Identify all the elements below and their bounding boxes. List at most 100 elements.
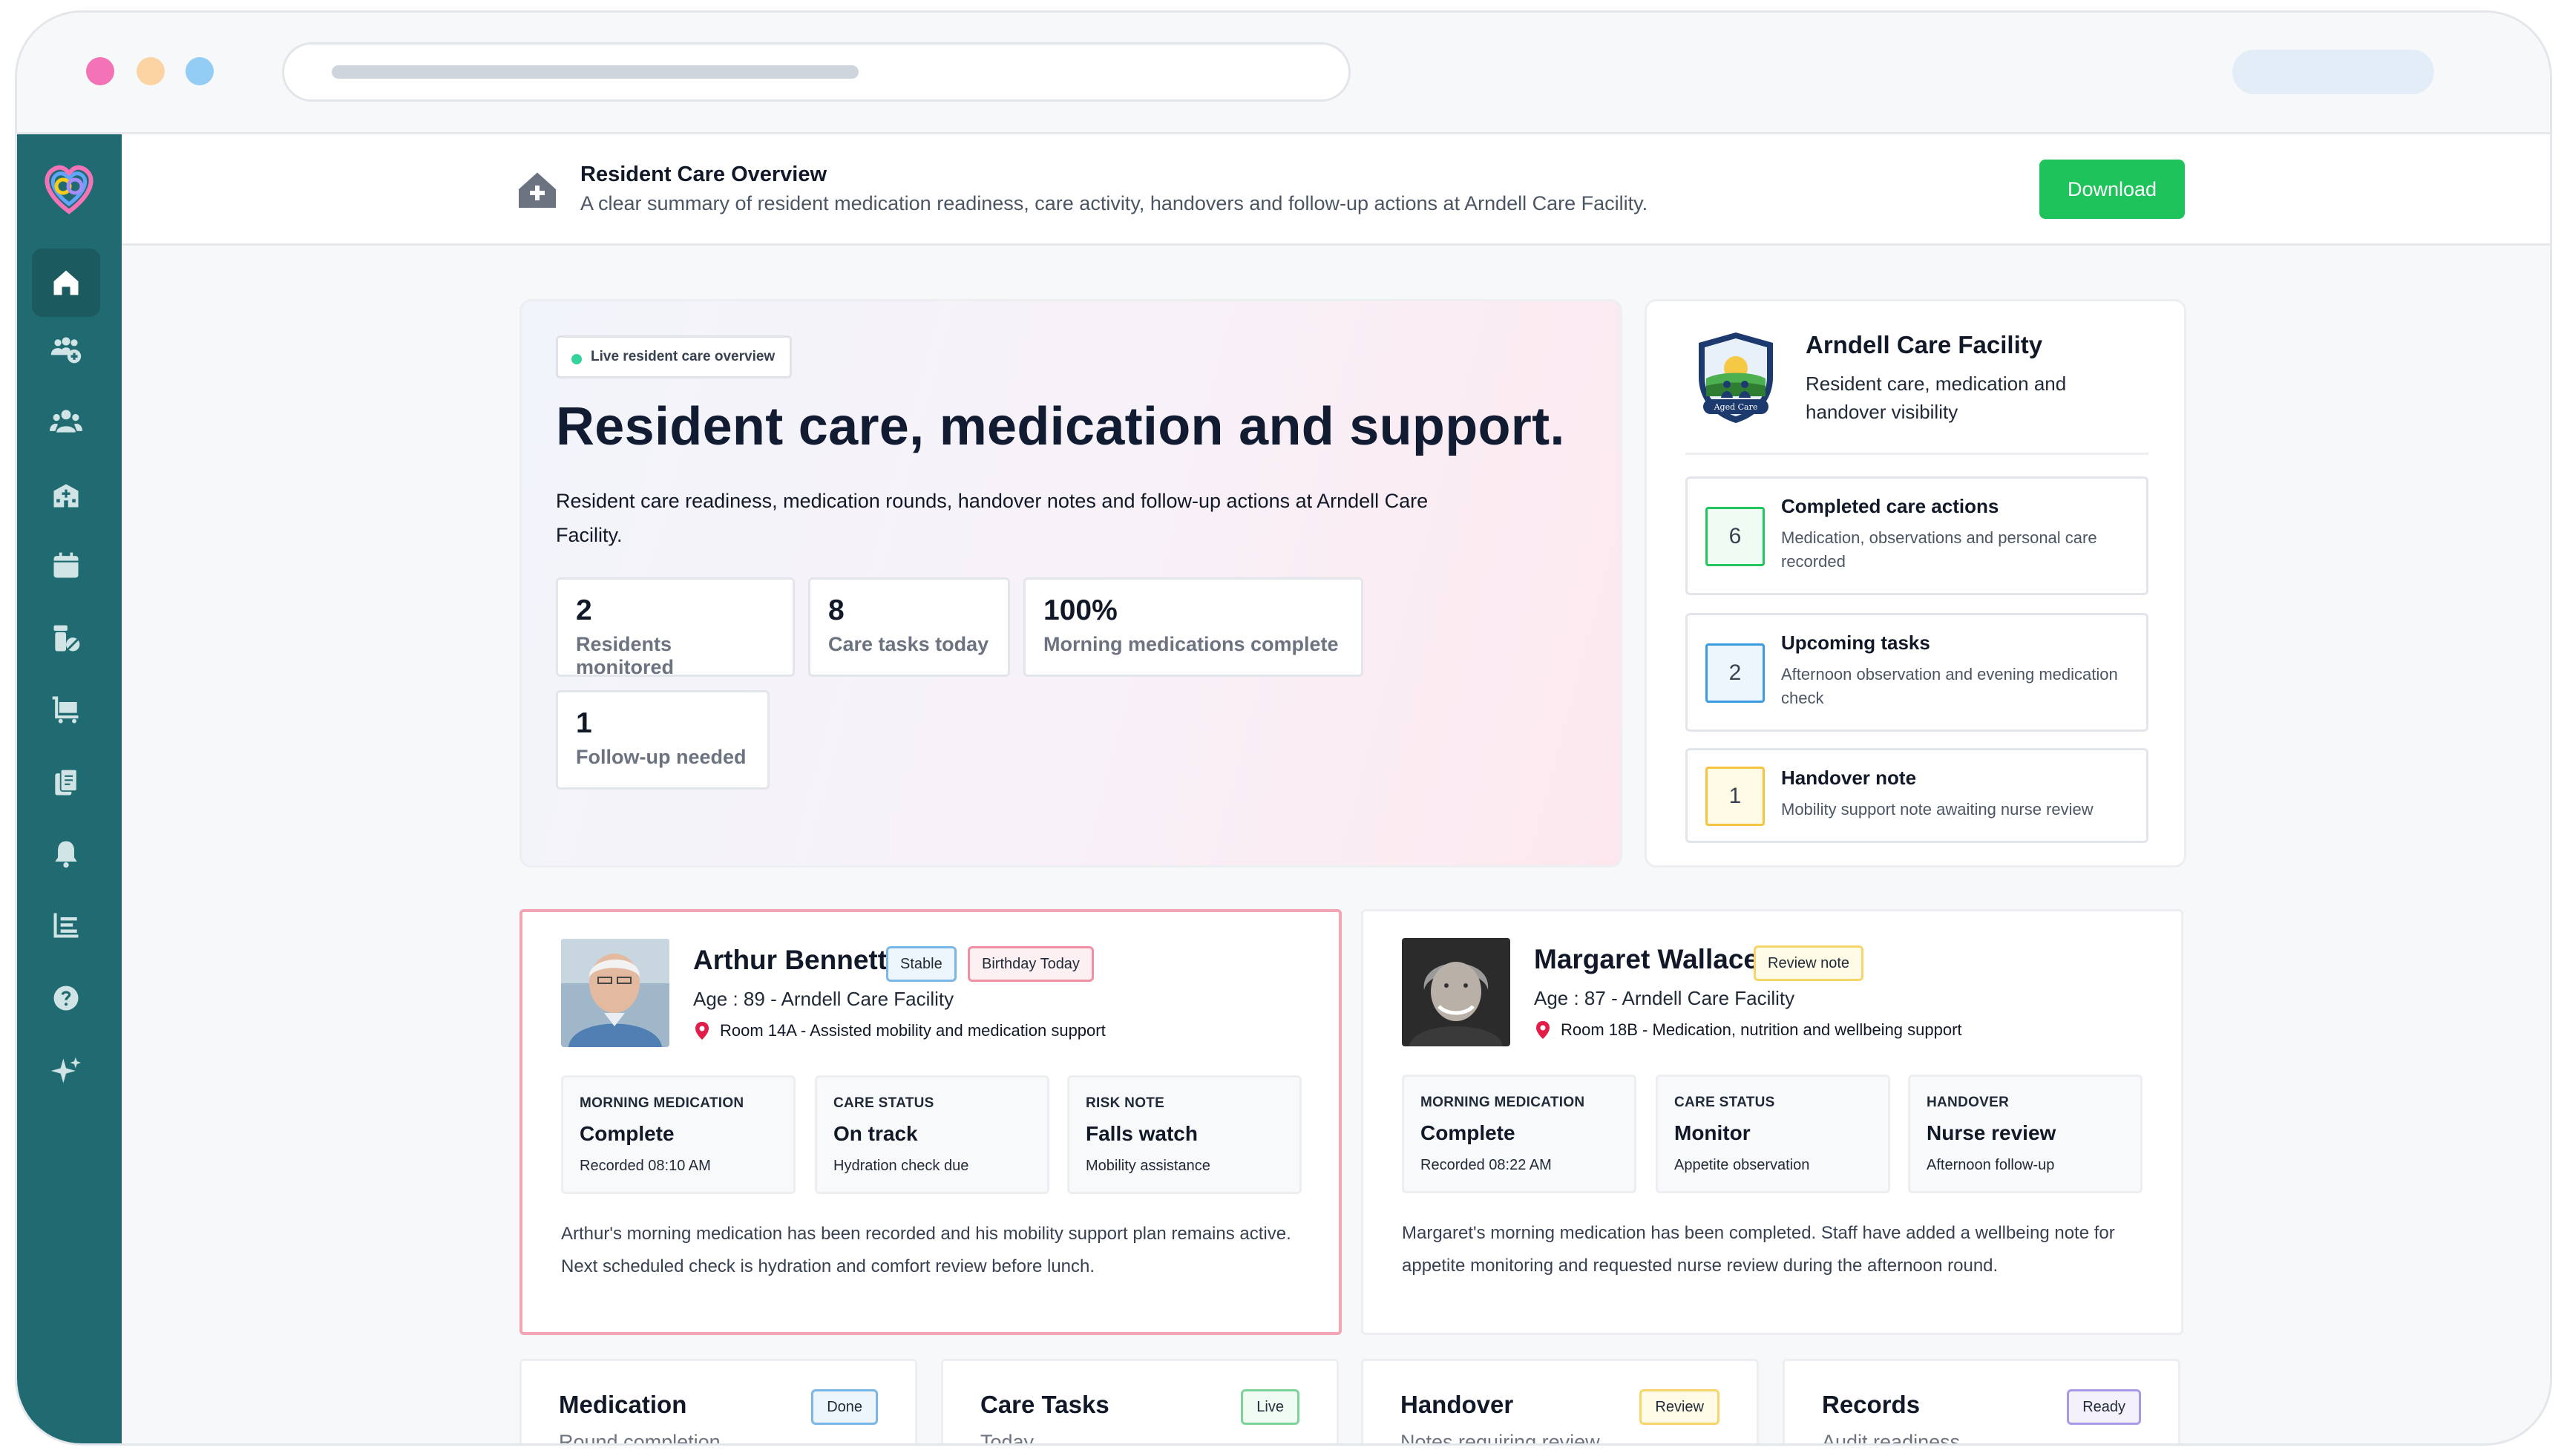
maximize-window-button[interactable]: [186, 57, 214, 85]
summary-subtitle: Today: [980, 1431, 1035, 1446]
nav-medication[interactable]: [32, 605, 100, 673]
birthday-badge: Birthday Today: [968, 946, 1094, 982]
seal-text: Aged Care: [1714, 402, 1758, 412]
metric-value: Nurse review: [1927, 1121, 2056, 1144]
browser-window: Resident Care Overview A clear summary o…: [15, 10, 2552, 1446]
app-logo[interactable]: [38, 157, 100, 219]
metric-sub: Appetite observation: [1674, 1157, 1810, 1173]
metric-key: CARE STATUS: [833, 1095, 934, 1111]
task-detail: Medication, observations and personal ca…: [1781, 528, 2097, 571]
nav-facility[interactable]: [32, 461, 100, 529]
task-handover[interactable]: 1 Handover note Mobility support note aw…: [1685, 748, 2148, 843]
resident-description: Margaret's morning medication has been c…: [1402, 1223, 2115, 1276]
cart-icon: [52, 696, 79, 724]
nav-reports[interactable]: [32, 891, 100, 960]
nav-home[interactable]: [32, 249, 100, 317]
nav-notifications[interactable]: [32, 819, 100, 888]
summary-title: Records: [1822, 1391, 1921, 1418]
summary-subtitle: Notes requiring review: [1400, 1431, 1600, 1446]
resident-photo: [1402, 938, 1510, 1046]
summary-title: Care Tasks: [980, 1391, 1109, 1418]
task-title: Upcoming tasks: [1781, 632, 1930, 654]
stat-label: Morning medications complete: [1043, 633, 1339, 655]
nav-calendar[interactable]: [32, 531, 100, 600]
stat-value: 1: [576, 707, 592, 739]
summary-title: Handover: [1400, 1391, 1514, 1418]
nav-add-group[interactable]: [32, 315, 100, 384]
summary-badge: Ready: [2067, 1389, 2141, 1425]
stat-value: 8: [828, 594, 845, 626]
care-home-icon: [519, 172, 556, 208]
page-subtitle: A clear summary of resident medication r…: [580, 192, 1648, 214]
documents-icon: [55, 768, 78, 796]
browser-action-button[interactable]: [2232, 50, 2434, 94]
metric-value: Falls watch: [1086, 1122, 1198, 1145]
summary-badge: Live: [1241, 1389, 1299, 1425]
facility-name: Arndell Care Facility: [1806, 331, 2043, 358]
summary-subtitle: Audit readiness: [1822, 1431, 1961, 1446]
resident-photo: [561, 939, 669, 1047]
nav-documents[interactable]: [32, 749, 100, 817]
nav-ai-assistant[interactable]: [32, 1037, 100, 1105]
summary-card-handover[interactable]: Handover Notes requiring review Review: [1361, 1359, 1759, 1446]
resident-card-arthur[interactable]: Arthur Bennett Stable Birthday Today Age…: [519, 909, 1342, 1335]
resident-card-margaret[interactable]: Margaret Wallace Review note Age : 87 - …: [1361, 909, 2183, 1335]
minimize-window-button[interactable]: [137, 57, 165, 85]
nav-supplies[interactable]: [32, 676, 100, 744]
main-content: Resident Care Overview A clear summary o…: [122, 134, 2550, 1446]
hero-lead: Resident care readiness, medication roun…: [556, 490, 1429, 546]
page-title: Resident Care Overview: [580, 163, 827, 186]
resident-age: Age : 89 - Arndell Care Facility: [693, 988, 954, 1010]
task-title: Completed care actions: [1781, 495, 1999, 517]
task-count-badge: 1: [1705, 767, 1765, 826]
stat-residents: 2 Residents monitored: [556, 577, 795, 678]
facility-seal-logo: Aged Care: [1699, 332, 1773, 423]
stat-label: Residents monitored: [576, 633, 674, 678]
address-bar[interactable]: [282, 42, 1351, 102]
metric-value: Complete: [1420, 1121, 1515, 1144]
live-overview-badge: Live resident care overview: [556, 335, 793, 378]
summary-card-records[interactable]: Records Audit readiness Ready: [1783, 1359, 2180, 1446]
bell-icon: [55, 841, 77, 868]
metric-key: MORNING MEDICATION: [580, 1095, 744, 1111]
metric-care-status: CARE STATUS Monitor Appetite observation: [1656, 1075, 1890, 1193]
close-window-button[interactable]: [86, 57, 114, 85]
task-detail: Mobility support note awaiting nurse rev…: [1781, 800, 2094, 819]
resident-room: Room 14A - Assisted mobility and medicat…: [693, 1020, 1106, 1041]
task-count-badge: 2: [1705, 643, 1765, 703]
calendar-icon: [53, 552, 79, 578]
summary-card-care-tasks[interactable]: Care Tasks Today Live: [941, 1359, 1339, 1446]
nav-help[interactable]: [32, 964, 100, 1032]
download-button[interactable]: Download: [2039, 160, 2185, 219]
summary-badge: Review: [1639, 1389, 1719, 1425]
hero-panel: Live resident care overview Resident car…: [519, 299, 1622, 868]
metric-value: On track: [833, 1122, 918, 1145]
page-header: Resident Care Overview A clear summary o…: [122, 134, 2550, 246]
metric-risk-note: RISK NOTE Falls watch Mobility assistanc…: [1067, 1075, 1302, 1194]
status-badge: Stable: [886, 946, 957, 982]
medication-icon: [53, 625, 80, 652]
summary-card-medication[interactable]: Medication Round completion Done: [519, 1359, 917, 1446]
task-detail: Afternoon observation and evening medica…: [1781, 665, 2118, 707]
metric-handover: HANDOVER Nurse review Afternoon follow-u…: [1908, 1075, 2143, 1193]
resident-room: Room 18B - Medication, nutrition and wel…: [1534, 1020, 1962, 1040]
summary-title: Medication: [559, 1391, 687, 1418]
metric-key: RISK NOTE: [1086, 1095, 1165, 1111]
metric-medication: MORNING MEDICATION Complete Recorded 08:…: [561, 1075, 796, 1194]
address-placeholder: [332, 65, 859, 79]
building-icon: [53, 484, 79, 508]
summary-subtitle: Round completion: [559, 1431, 721, 1446]
facility-description: Resident care, medication and handover v…: [1806, 373, 2067, 423]
task-upcoming[interactable]: 2 Upcoming tasks Afternoon observation a…: [1685, 613, 2148, 732]
metric-value: Complete: [580, 1122, 675, 1145]
divider: [1685, 453, 2148, 455]
task-completed[interactable]: 6 Completed care actions Medication, obs…: [1685, 476, 2148, 595]
location-pin-icon: [1536, 1021, 1550, 1039]
metric-key: CARE STATUS: [1674, 1095, 1775, 1110]
resident-age: Age : 87 - Arndell Care Facility: [1534, 987, 1795, 1009]
nav-residents[interactable]: [32, 387, 100, 456]
stat-label: Care tasks today: [828, 633, 989, 655]
metric-key: HANDOVER: [1927, 1095, 2010, 1110]
metric-medication: MORNING MEDICATION Complete Recorded 08:…: [1402, 1075, 1636, 1193]
metric-key: MORNING MEDICATION: [1420, 1095, 1585, 1110]
